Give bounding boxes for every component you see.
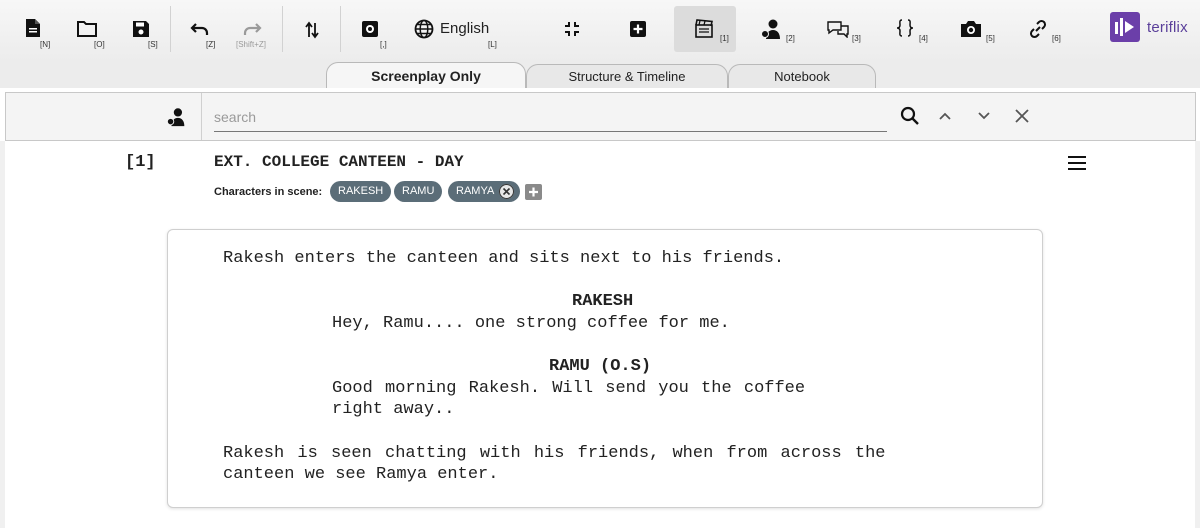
- camera-shortcut-label: [5]: [986, 34, 995, 43]
- save-button[interactable]: [S]: [126, 6, 164, 52]
- screenplay-document: [1] EXT. COLLEGE CANTEEN - DAY Character…: [0, 141, 1200, 528]
- search-input[interactable]: [214, 102, 887, 132]
- settings-button[interactable]: [,]: [352, 6, 392, 52]
- scene-content-card[interactable]: Rakesh enters the canteen and sits next …: [167, 229, 1043, 508]
- settings-shortcut-label: [,]: [380, 40, 387, 49]
- save-icon: [133, 21, 149, 37]
- main-toolbar: [N] [O] [S] [Z] [Shift+Z] [,] English [L…: [0, 0, 1200, 62]
- braces-shortcut-label: [4]: [919, 34, 928, 43]
- chat-bubbles-icon: [827, 21, 849, 38]
- search-filter-area: [6, 93, 202, 140]
- settings-icon: [362, 21, 378, 37]
- scene-number: [1]: [125, 153, 156, 172]
- undo-button[interactable]: [Z]: [182, 6, 222, 52]
- dialogue-button[interactable]: [3]: [822, 6, 868, 52]
- new-shortcut-label: [N]: [40, 40, 51, 49]
- screenshot-button[interactable]: [5]: [956, 6, 1002, 52]
- folder-icon: [77, 21, 97, 37]
- scene-heading[interactable]: EXT. COLLEGE CANTEEN - DAY: [214, 153, 464, 171]
- collapse-icon: [565, 22, 579, 36]
- characters-shortcut-label: [2]: [786, 34, 795, 43]
- dialogue-line: Good morning Rakesh. Will send you the c…: [332, 379, 806, 398]
- globe-icon: [414, 19, 434, 39]
- collapse-button[interactable]: [556, 6, 588, 52]
- character-name: RAKESH: [572, 292, 634, 311]
- action-line: canteen we see Ramya enter.: [223, 465, 499, 484]
- characters-icon: [761, 19, 780, 39]
- redo-icon: [243, 23, 262, 35]
- new-file-button[interactable]: [N]: [18, 6, 56, 52]
- search-panel: [5, 92, 1196, 141]
- action-line: Rakesh enters the canteen and sits next …: [223, 249, 785, 268]
- search-icon[interactable]: [900, 106, 920, 126]
- character-name: RAMU (O.S): [549, 357, 652, 376]
- dialogue-shortcut-label: [3]: [852, 34, 861, 43]
- new-file-icon: [26, 19, 40, 37]
- dialogue-line: right away..: [332, 400, 455, 419]
- tab-screenplay-only[interactable]: Screenplay Only: [326, 62, 526, 88]
- chevron-down-icon[interactable]: [977, 109, 991, 123]
- plus-box-icon: [630, 21, 646, 37]
- view-tabs: Screenplay Only Structure & Timeline Not…: [0, 62, 1200, 88]
- teriflix-logo-icon: [1110, 12, 1140, 42]
- clapperboard-icon: [695, 19, 713, 38]
- toolbar-separator: [340, 6, 341, 52]
- language-shortcut-label: [L]: [488, 40, 497, 49]
- link-icon: [1029, 19, 1047, 39]
- save-shortcut-label: [S]: [148, 40, 158, 49]
- toolbar-separator: [170, 6, 171, 52]
- character-chip-ramu[interactable]: RAMU: [394, 181, 443, 202]
- toolbar-separator: [282, 6, 283, 52]
- character-filter-icon[interactable]: [166, 106, 188, 128]
- character-chip-rakesh[interactable]: RAKESH: [330, 181, 392, 202]
- characters-in-scene-label: Characters in scene:: [214, 186, 323, 198]
- scene-shortcut-label: [1]: [720, 34, 729, 43]
- swap-vertical-icon: [305, 21, 319, 39]
- characters-button[interactable]: [2]: [756, 6, 802, 52]
- remove-character-icon[interactable]: [499, 184, 514, 199]
- link-shortcut-label: [6]: [1052, 34, 1061, 43]
- tab-structure-timeline[interactable]: Structure & Timeline: [526, 64, 728, 88]
- scene-menu-icon[interactable]: [1067, 155, 1087, 171]
- scene-view-button[interactable]: [1]: [674, 6, 736, 52]
- undo-shortcut-label: [Z]: [206, 40, 216, 49]
- add-character-button[interactable]: [525, 184, 542, 200]
- action-line: Rakesh is seen chatting with his friends…: [223, 444, 886, 463]
- close-icon[interactable]: [1015, 109, 1029, 123]
- chip-label: RAMYA: [456, 185, 495, 197]
- plus-icon: [529, 187, 538, 197]
- tab-notebook[interactable]: Notebook: [728, 64, 876, 88]
- braces-button[interactable]: [4]: [892, 6, 932, 52]
- undo-icon: [190, 23, 209, 35]
- chevron-up-icon[interactable]: [938, 109, 952, 123]
- open-file-button[interactable]: [O]: [72, 6, 110, 52]
- brand-name: teriflix: [1147, 19, 1188, 36]
- redo-button[interactable]: [Shift+Z]: [230, 6, 276, 52]
- link-button[interactable]: [6]: [1024, 6, 1070, 52]
- language-label: English: [440, 20, 490, 37]
- language-button[interactable]: English [L]: [406, 6, 506, 52]
- redo-shortcut-label: [Shift+Z]: [236, 40, 267, 49]
- dialogue-line: Hey, Ramu.... one strong coffee for me.: [332, 314, 730, 333]
- camera-icon: [961, 21, 981, 37]
- add-scene-button[interactable]: [622, 6, 654, 52]
- reorder-button[interactable]: [296, 6, 328, 52]
- curly-braces-icon: [896, 19, 914, 37]
- open-shortcut-label: [O]: [94, 40, 105, 49]
